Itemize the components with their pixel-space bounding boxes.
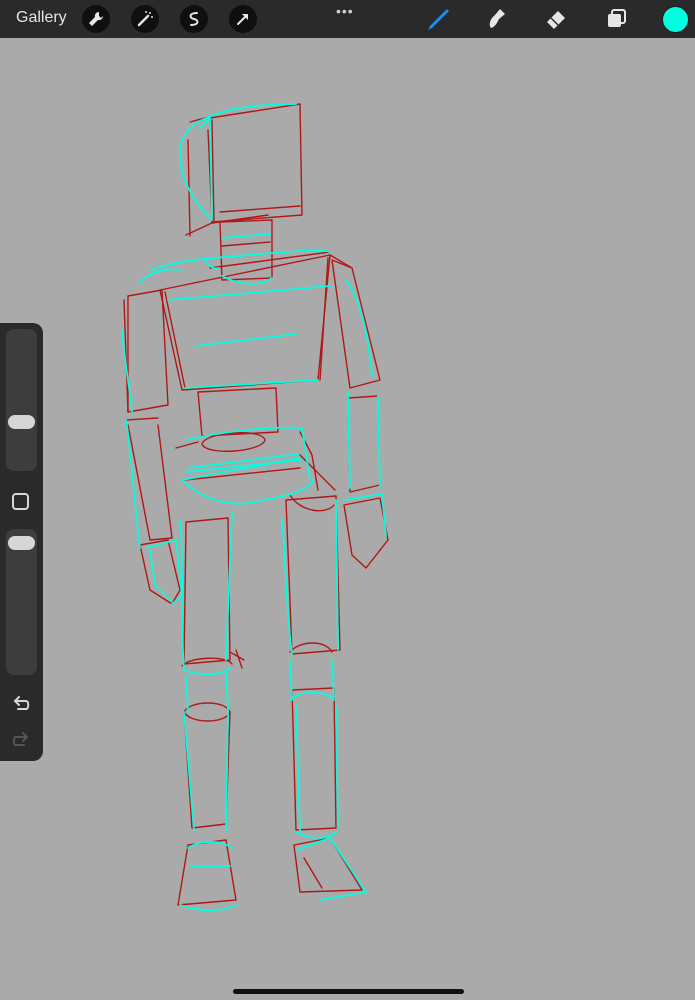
layers-icon bbox=[608, 9, 626, 27]
selection-icon bbox=[189, 12, 199, 26]
smudge-tool-button[interactable] bbox=[483, 6, 509, 32]
color-picker-button[interactable] bbox=[662, 6, 689, 33]
adjustments-button[interactable] bbox=[131, 5, 159, 33]
actions-button[interactable] bbox=[82, 5, 110, 33]
magic-wand-icon bbox=[137, 11, 153, 27]
transform-arrow-icon bbox=[237, 14, 248, 25]
transform-button[interactable] bbox=[229, 5, 257, 33]
drawing-canvas[interactable] bbox=[0, 38, 695, 1000]
selection-button[interactable] bbox=[180, 5, 208, 33]
eraser-tool-button[interactable] bbox=[543, 6, 569, 32]
brush-tool-button[interactable] bbox=[425, 6, 451, 32]
undo-icon[interactable] bbox=[10, 694, 32, 716]
more-menu[interactable]: ••• bbox=[336, 3, 354, 19]
modify-square-icon[interactable] bbox=[12, 493, 29, 510]
red-sketch-layer bbox=[123, 103, 389, 906]
brush-size-thumb[interactable] bbox=[8, 415, 35, 429]
brush-size-slider[interactable] bbox=[6, 329, 37, 471]
eraser-icon bbox=[547, 11, 565, 29]
smudge-icon bbox=[489, 9, 505, 28]
top-toolbar: Gallery ••• bbox=[0, 0, 695, 38]
cyan-sketch-layer bbox=[121, 103, 387, 912]
opacity-thumb[interactable] bbox=[8, 536, 35, 550]
opacity-slider[interactable] bbox=[6, 529, 37, 675]
gallery-button[interactable]: Gallery bbox=[16, 9, 67, 27]
left-sidebar bbox=[0, 323, 43, 761]
wrench-icon bbox=[89, 11, 104, 26]
home-indicator[interactable] bbox=[233, 989, 464, 994]
brush-icon bbox=[428, 9, 449, 30]
layers-button[interactable] bbox=[603, 6, 629, 32]
redo-icon[interactable] bbox=[10, 730, 32, 752]
